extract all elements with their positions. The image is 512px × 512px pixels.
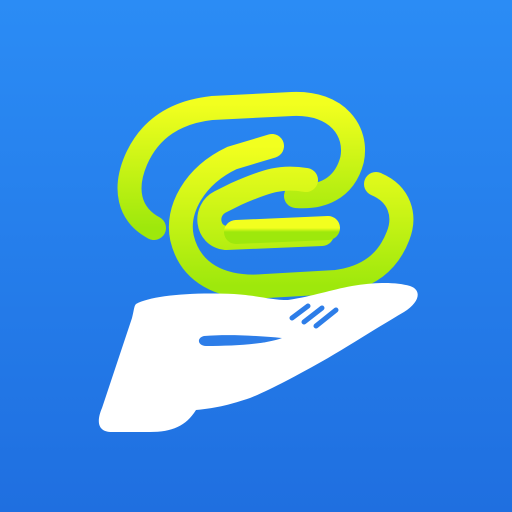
app-icon bbox=[0, 0, 512, 512]
background bbox=[0, 0, 512, 512]
app-icon-artwork bbox=[0, 0, 512, 512]
